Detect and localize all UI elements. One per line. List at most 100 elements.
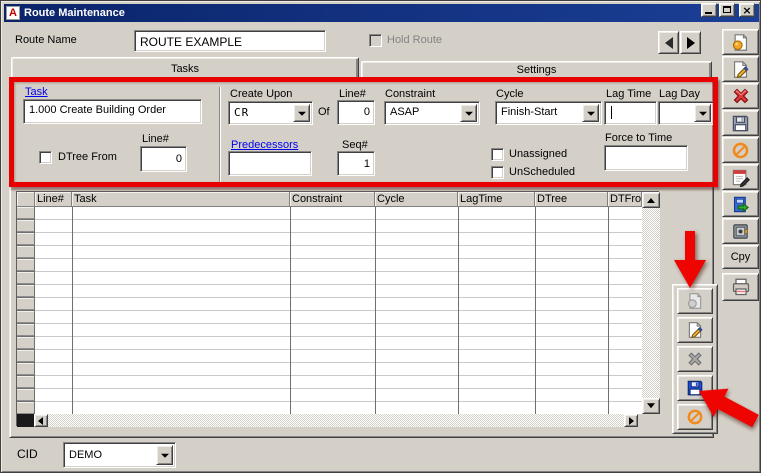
delete-button[interactable] bbox=[722, 83, 759, 109]
scroll-track[interactable] bbox=[48, 414, 624, 427]
cid-value: DEMO bbox=[69, 449, 102, 461]
copy-button[interactable]: Cpy bbox=[722, 245, 759, 269]
grid-save-button[interactable] bbox=[677, 375, 713, 401]
text-caret bbox=[611, 106, 612, 119]
constraint-dropdown-button[interactable] bbox=[460, 104, 477, 122]
lag-time-label: Lag Time bbox=[606, 88, 651, 100]
grid-column-line bbox=[72, 207, 73, 414]
create-upon-value: CR bbox=[234, 106, 249, 119]
grid-new-button[interactable] bbox=[677, 288, 713, 314]
grid-edit-button[interactable] bbox=[677, 317, 713, 343]
grid-header-task[interactable]: Task bbox=[72, 192, 290, 207]
task-input[interactable]: 1.000 Create Building Order bbox=[23, 99, 202, 124]
tab-settings[interactable]: Settings bbox=[361, 61, 712, 81]
dtree-line-label: Line# bbox=[142, 133, 169, 145]
nav-previous-button[interactable] bbox=[658, 31, 679, 54]
lag-day-label: Lag Day bbox=[659, 88, 700, 100]
cycle-dropdown-button[interactable] bbox=[582, 104, 599, 122]
exit-button[interactable] bbox=[722, 191, 759, 217]
maximize-icon bbox=[723, 6, 731, 13]
cid-dropdown-button[interactable] bbox=[156, 445, 173, 465]
grid-cancel-button[interactable] bbox=[677, 404, 713, 430]
tab-settings-label: Settings bbox=[517, 64, 557, 76]
scroll-right-button[interactable] bbox=[624, 414, 638, 427]
grid-horizontal-scrollbar[interactable] bbox=[17, 414, 660, 427]
seq-input[interactable]: 1 bbox=[337, 151, 375, 176]
grid-column-line bbox=[535, 207, 536, 414]
predecessors-link[interactable]: Predecessors bbox=[231, 139, 298, 151]
unassigned-checkbox[interactable] bbox=[491, 148, 504, 161]
cancel-button[interactable] bbox=[722, 137, 759, 163]
tasks-grid[interactable]: Line# Task Constraint Cycle LagTime DTre… bbox=[16, 191, 659, 426]
tab-tasks-label: Tasks bbox=[171, 63, 199, 75]
lag-time-input[interactable] bbox=[604, 101, 657, 125]
cycle-combobox[interactable]: Finish-Start bbox=[495, 101, 602, 125]
notes-button[interactable] bbox=[722, 29, 759, 55]
grid-column-line bbox=[375, 207, 376, 414]
grid-header-lagtime[interactable]: LagTime bbox=[458, 192, 535, 207]
arrow-down-icon bbox=[647, 403, 655, 408]
note-icon bbox=[731, 33, 750, 52]
chevron-down-icon bbox=[699, 112, 707, 116]
scroll-up-button[interactable] bbox=[642, 192, 660, 208]
create-upon-label: Create Upon bbox=[230, 88, 292, 100]
note-icon bbox=[686, 292, 704, 310]
grid-header-dtfrom[interactable]: DTFrom bbox=[608, 192, 642, 207]
cid-combobox[interactable]: DEMO bbox=[63, 442, 176, 468]
dtree-line-input[interactable]: 0 bbox=[140, 146, 187, 172]
grid-row-selector-column[interactable] bbox=[17, 207, 35, 414]
dtree-from-checkbox[interactable] bbox=[39, 151, 52, 164]
vault-button[interactable] bbox=[722, 218, 759, 244]
scroll-left-button[interactable] bbox=[34, 414, 48, 427]
force-to-time-input[interactable] bbox=[604, 145, 688, 171]
chevron-down-icon bbox=[587, 112, 595, 116]
route-name-input[interactable]: ROUTE EXAMPLE bbox=[134, 30, 326, 52]
create-upon-combobox[interactable]: CR bbox=[228, 101, 313, 125]
cycle-value: Finish-Start bbox=[501, 106, 557, 118]
edit-button[interactable] bbox=[722, 56, 759, 82]
create-upon-dropdown-button[interactable] bbox=[293, 104, 310, 122]
save-button[interactable] bbox=[722, 110, 759, 136]
seq-value: 1 bbox=[364, 158, 370, 170]
schedule-button[interactable] bbox=[722, 164, 759, 190]
app-icon: A bbox=[6, 6, 20, 20]
grid-header-dtree[interactable]: DTree bbox=[535, 192, 608, 207]
grid-column-line bbox=[458, 207, 459, 414]
arrow-left-icon bbox=[38, 417, 43, 425]
cycle-label: Cycle bbox=[496, 88, 524, 100]
grid-delete-button[interactable] bbox=[677, 346, 713, 372]
grid-vertical-scrollbar[interactable] bbox=[642, 192, 660, 414]
task-link[interactable]: Task bbox=[25, 86, 48, 98]
unscheduled-checkbox[interactable] bbox=[491, 166, 504, 179]
title-bar[interactable]: A Route Maintenance bbox=[4, 4, 759, 22]
edit-icon bbox=[686, 321, 704, 339]
calendar-edit-icon bbox=[731, 168, 750, 187]
delete-x-icon bbox=[686, 350, 704, 368]
constraint-combobox[interactable]: ASAP bbox=[384, 101, 480, 125]
arrow-right-icon bbox=[687, 37, 695, 49]
force-to-time-label: Force to Time bbox=[605, 132, 672, 144]
print-button[interactable] bbox=[722, 273, 759, 301]
predecessors-input[interactable] bbox=[228, 151, 312, 176]
chevron-down-icon bbox=[161, 454, 169, 458]
maximize-button[interactable] bbox=[719, 3, 735, 17]
form-divider bbox=[219, 87, 221, 183]
lag-day-combobox[interactable] bbox=[658, 101, 714, 125]
scroll-down-button[interactable] bbox=[642, 398, 660, 414]
nav-next-button[interactable] bbox=[680, 31, 701, 54]
tab-tasks[interactable]: Tasks bbox=[11, 57, 359, 81]
line-input[interactable]: 0 bbox=[337, 100, 375, 125]
save-floppy-icon bbox=[731, 114, 750, 133]
grid-header-line[interactable]: Line# bbox=[35, 192, 72, 207]
grid-header-selector bbox=[17, 192, 35, 207]
close-button[interactable]: × bbox=[739, 3, 755, 17]
minimize-button[interactable] bbox=[701, 3, 717, 17]
save-floppy-icon bbox=[686, 379, 704, 397]
cancel-icon bbox=[731, 141, 750, 160]
grid-header-constraint[interactable]: Constraint bbox=[290, 192, 375, 207]
grid-body[interactable] bbox=[17, 207, 642, 414]
hold-route-checkbox[interactable] bbox=[369, 34, 382, 47]
grid-header-cycle[interactable]: Cycle bbox=[375, 192, 458, 207]
line-value: 0 bbox=[364, 106, 370, 118]
lag-day-dropdown-button[interactable] bbox=[694, 104, 711, 122]
